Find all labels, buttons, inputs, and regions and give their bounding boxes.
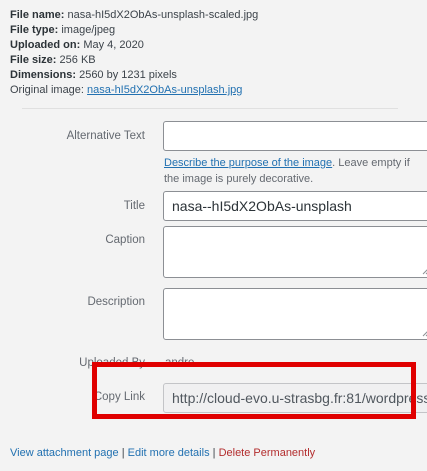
file-type-value: image/jpeg: [61, 24, 116, 36]
edit-details-link[interactable]: Edit more details: [128, 447, 210, 459]
divider: [22, 108, 398, 109]
file-type-row: File type: image/jpeg: [10, 23, 258, 38]
file-name-row: File name: nasa-hI5dX2ObAs-unsplash-scal…: [10, 8, 258, 23]
dimensions-row: Dimensions: 2560 by 1231 pixels: [10, 68, 258, 83]
alt-text-input[interactable]: [163, 121, 427, 151]
caption-value: [164, 227, 427, 239]
alt-text-help: Describe the purpose of the image. Leave…: [164, 155, 416, 187]
file-size-row: File size: 256 KB: [10, 53, 258, 68]
description-label: Description: [87, 296, 145, 308]
alt-text-value: [164, 122, 427, 134]
uploaded-on-row: Uploaded on: May 4, 2020: [10, 38, 258, 53]
separator: |: [121, 447, 125, 459]
alt-text-label: Alternative Text: [66, 130, 145, 142]
separator: |: [212, 447, 216, 459]
file-size-label: File size:: [10, 54, 57, 66]
file-name-label: File name:: [10, 9, 65, 21]
delete-permanently-link[interactable]: Delete Permanently: [219, 447, 316, 459]
caption-textarea[interactable]: [163, 226, 427, 278]
title-value: nasa--hI5dX2ObAs-unsplash: [172, 198, 352, 214]
description-value: [164, 289, 427, 301]
dimensions-label: Dimensions:: [10, 69, 77, 81]
description-textarea[interactable]: [163, 288, 427, 340]
title-input[interactable]: nasa--hI5dX2ObAs-unsplash: [163, 191, 427, 221]
highlight-box: [92, 362, 416, 419]
resize-grip-icon[interactable]: [422, 267, 427, 275]
title-label: Title: [123, 200, 145, 212]
attachment-actions: View attachment page | Edit more details…: [10, 447, 315, 459]
file-type-label: File type:: [10, 24, 59, 36]
original-image-row: Original image: nasa-hI5dX2ObAs-unsplash…: [10, 83, 258, 98]
uploaded-on-value: May 4, 2020: [83, 39, 144, 51]
alt-text-help-link[interactable]: Describe the purpose of the image: [164, 157, 332, 169]
attachment-details: File name: nasa-hI5dX2ObAs-unsplash-scal…: [10, 8, 258, 98]
view-attachment-link[interactable]: View attachment page: [10, 447, 119, 459]
uploaded-on-label: Uploaded on:: [10, 39, 81, 51]
caption-label: Caption: [105, 234, 145, 246]
original-image-label: Original image:: [10, 84, 84, 96]
dimensions-value: 2560 by 1231 pixels: [79, 69, 177, 81]
file-size-value: 256 KB: [59, 54, 96, 66]
original-image-link[interactable]: nasa-hI5dX2ObAs-unsplash.jpg: [87, 84, 242, 96]
resize-grip-icon[interactable]: [422, 329, 427, 337]
file-name-value: nasa-hI5dX2ObAs-unsplash-scaled.jpg: [67, 9, 259, 21]
